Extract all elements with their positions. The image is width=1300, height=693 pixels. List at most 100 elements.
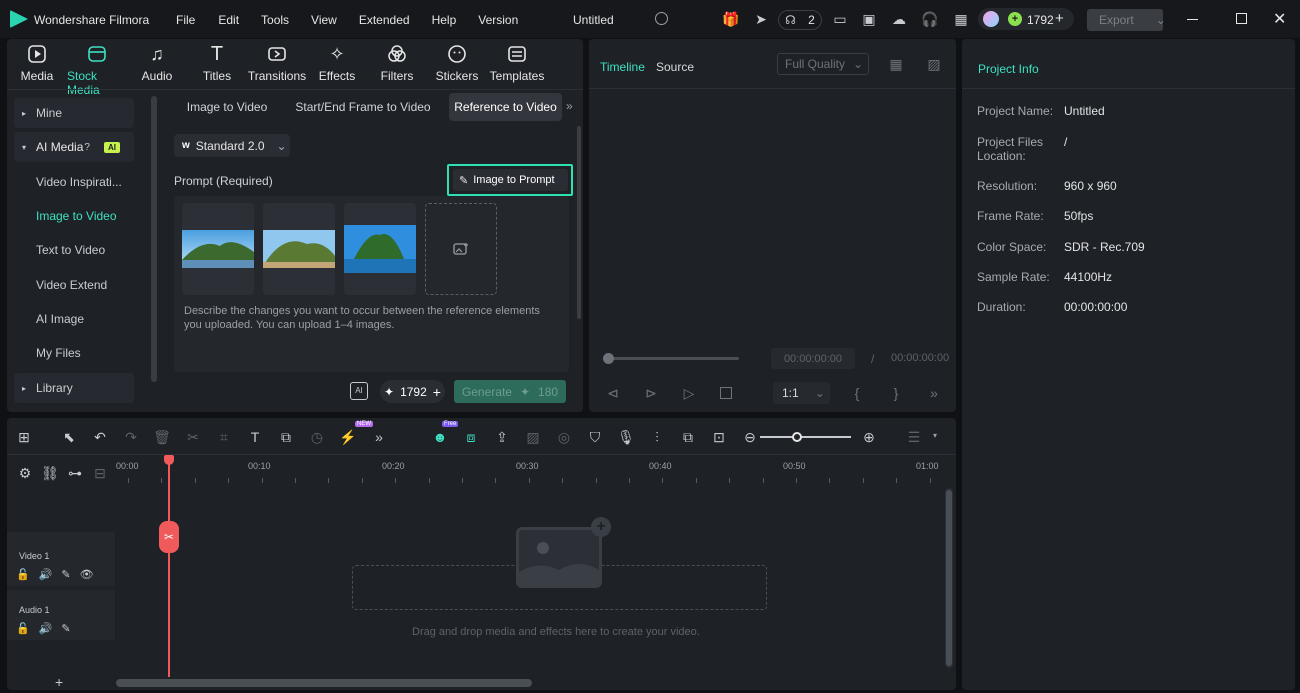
zoom-out-icon[interactable]: ⊖ [740,427,760,447]
sidebar-scrollbar[interactable] [151,96,157,382]
panel-scrollbar[interactable] [577,126,581,319]
progress-handle[interactable] [603,353,614,364]
save-icon[interactable]: ▣ [859,9,879,29]
menu-extended[interactable]: Extended [359,13,410,27]
generate-button[interactable]: Generate ✦ 180 [454,380,566,403]
send-icon[interactable]: ➤ [751,9,771,29]
sidebar-item-ai-image[interactable]: AI Image [14,304,134,334]
tab-source[interactable]: Source [656,60,694,74]
tab-image-to-video[interactable]: Image to Video [177,93,277,121]
export-button[interactable]: Export ⌄ [1087,9,1166,31]
maximize-icon[interactable] [1236,13,1247,24]
grid-view-icon[interactable]: ▦ [886,54,906,74]
mixer-icon[interactable]: ⫶ [647,427,667,447]
fit-icon[interactable]: ⊡ [709,427,729,447]
tracks-icon[interactable]: ⊟ [92,463,108,483]
add-credits-icon[interactable]: + [1055,10,1064,27]
add-media-icon[interactable]: + [591,517,611,537]
playhead[interactable] [168,455,170,677]
magic-icon[interactable]: ✎ [61,622,70,635]
image-icon[interactable]: ▨ [523,427,543,447]
menu-tools[interactable]: Tools [261,13,289,27]
menu-view[interactable]: View [311,13,337,27]
delete-icon[interactable]: 🗑 [152,427,172,447]
lock-icon[interactable]: 🔓 [16,622,30,635]
more-tools-icon[interactable]: » [369,427,389,447]
mark-out-icon[interactable]: } [886,383,906,403]
reference-image-3[interactable] [344,203,416,295]
auto-reframe-icon[interactable]: ⧈ [461,427,481,447]
transform-icon[interactable]: ⧉ [276,427,296,447]
mark-in-icon[interactable]: { [847,383,867,403]
sidebar-item-video-extend[interactable]: Video Extend [14,270,134,300]
next-frame-icon[interactable]: ⊳ [641,383,661,403]
more-icon[interactable]: » [924,383,944,403]
lock-icon[interactable]: 🔓 [16,568,30,581]
menu-file[interactable]: File [176,13,195,27]
collab-button[interactable]: ☊ 2 [778,10,822,30]
stop-icon[interactable] [720,387,732,399]
minimize-icon[interactable] [1187,19,1198,20]
apps-grid-icon[interactable]: ▦ [951,9,971,29]
sidebar-item-image-to-video[interactable]: Image to Video [14,201,134,231]
menu-edit[interactable]: Edit [218,13,239,27]
tab-reference-to-video[interactable]: Reference to Video [449,93,562,121]
zoom-slider[interactable] [760,436,851,438]
speaker-icon[interactable]: 🔊 [39,568,53,581]
eye-icon[interactable]: 👁 [80,568,94,581]
cut-icon[interactable]: ✂ [183,427,203,447]
select-tool-icon[interactable]: ⬉ [59,427,79,447]
sidebar-item-library[interactable]: ▸ Library [14,373,134,403]
quality-select[interactable]: Full Quality ⌄ [777,53,869,75]
close-icon[interactable]: ✕ [1273,9,1286,29]
sidebar-item-ai-media[interactable]: ▾ AI Media? AI [14,132,134,162]
mask-icon[interactable]: ⛉ [585,427,605,447]
tab-timeline[interactable]: Timeline [600,60,645,74]
credits-button[interactable]: ✦ 1792 + [380,380,445,403]
chevron-down-icon[interactable]: ▾ [933,431,937,440]
model-select[interactable]: ᴡ Standard 2.0 ⌄ [174,134,290,157]
speaker-icon[interactable]: 🔊 [39,622,53,635]
play-icon[interactable]: ▷ [679,383,699,403]
tab-start-end-frame[interactable]: Start/End Frame to Video [293,93,433,121]
reference-image-2[interactable] [263,203,335,295]
snapshot-icon[interactable]: ▨ [924,54,944,74]
track-settings-icon[interactable]: ☰ [904,427,924,447]
sidebar-item-mine[interactable]: ▸ Mine [14,98,134,128]
gift-icon[interactable]: 🎁 [721,9,741,29]
timeline-horizontal-scrollbar[interactable] [116,679,532,687]
layout-grid-icon[interactable]: ⊞ [14,427,34,447]
menu-version[interactable]: Version [478,13,518,27]
zoom-handle[interactable] [792,432,802,442]
previous-frame-icon[interactable]: ⊲ [603,383,623,403]
ai-image-icon[interactable]: AI [350,382,368,400]
vertical-scroll-thumb[interactable] [946,490,952,666]
sidebar-item-video-inspiration[interactable]: Video Inspirati... [14,167,134,197]
ai-copilot-icon[interactable]: ☻ [430,427,450,447]
split-icon[interactable]: ✂ [159,521,179,553]
menu-help[interactable]: Help [432,13,457,27]
preview-progress[interactable] [608,357,739,360]
undo-icon[interactable]: ↶ [90,427,110,447]
magic-icon[interactable]: ✎ [61,568,70,581]
microphone-icon[interactable]: 🎙 [616,427,636,447]
redo-icon[interactable]: ↷ [121,427,141,447]
help-icon[interactable]: ? [84,142,90,153]
crop-icon[interactable]: ⌗ [214,427,234,447]
reference-image-1[interactable] [182,203,254,295]
replace-icon[interactable]: ⧉ [678,427,698,447]
sidebar-item-my-files[interactable]: My Files [14,338,134,368]
sidebar-item-text-to-video[interactable]: Text to Video [14,235,134,265]
cloud-upload-icon[interactable]: ☁ [889,9,909,29]
layout-icon[interactable]: ▭ [830,9,850,29]
speed-icon[interactable]: ◷ [307,427,327,447]
headset-icon[interactable]: 🎧 [920,9,940,29]
link-icon[interactable]: ⊶ [67,463,83,483]
image-to-prompt-button[interactable]: ✎ Image to Prompt [453,169,568,191]
export-clip-icon[interactable]: ⇪ [492,427,512,447]
zoom-in-icon[interactable]: ⊕ [859,427,879,447]
user-avatar[interactable] [983,11,999,27]
ai-tools-icon[interactable]: ⚡ [338,427,358,447]
ratio-select[interactable]: 1:1 ⌄ [773,382,830,404]
unlink-icon[interactable]: ⛓ [41,463,59,483]
